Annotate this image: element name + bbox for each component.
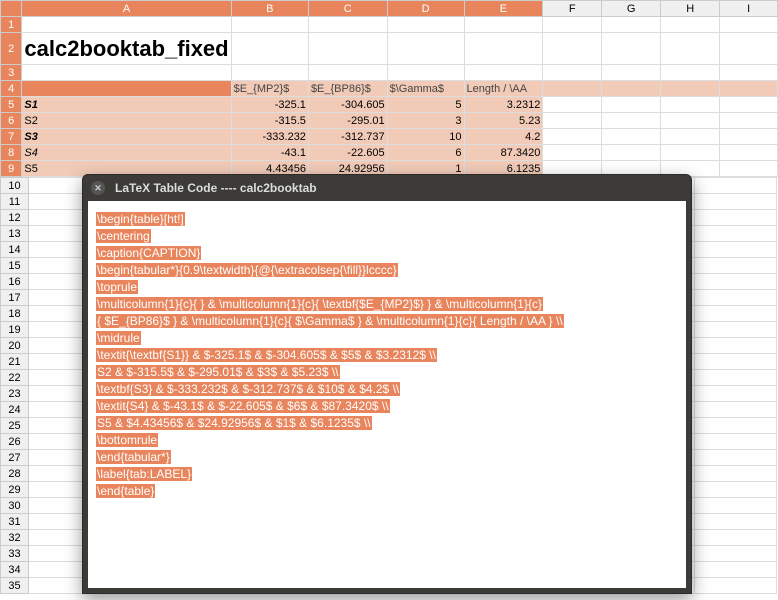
row-header[interactable]: 17 — [1, 290, 29, 306]
corner-cell[interactable] — [1, 1, 22, 17]
row-header[interactable]: 13 — [1, 226, 29, 242]
row-header[interactable]: 22 — [1, 370, 29, 386]
col-header[interactable]: A — [22, 1, 231, 17]
data-cell[interactable]: -304.605 — [308, 97, 387, 113]
row-header[interactable]: 10 — [1, 178, 29, 194]
row-header[interactable]: 18 — [1, 306, 29, 322]
latex-line: \end{table} — [96, 484, 155, 498]
row-header[interactable]: 28 — [1, 466, 29, 482]
latex-code-text[interactable]: \begin{table}[ht!] \centering \caption{CAP… — [96, 211, 678, 500]
latex-line: \label{tab:LABEL} — [96, 467, 192, 481]
latex-line: \begin{table}[ht!] — [96, 212, 185, 226]
col-header[interactable]: H — [661, 1, 720, 17]
close-icon[interactable]: ✕ — [91, 181, 105, 195]
data-cell[interactable]: -22.605 — [308, 145, 387, 161]
sheet-title: calc2booktab_fixed — [24, 36, 228, 61]
col-header[interactable]: G — [602, 1, 661, 17]
latex-line: \midrule — [96, 331, 141, 345]
row-header[interactable]: 26 — [1, 434, 29, 450]
latex-line: \textit{\textbf{S1}} & $-325.1$ & $-304.… — [96, 348, 437, 362]
data-cell[interactable]: S2 — [22, 113, 231, 129]
row-header[interactable]: 20 — [1, 338, 29, 354]
row-header[interactable]: 34 — [1, 562, 29, 578]
cell[interactable] — [22, 17, 231, 33]
data-cell[interactable]: -325.1 — [231, 97, 308, 113]
row-header[interactable]: 6 — [1, 113, 22, 129]
row-header[interactable]: 35 — [1, 578, 29, 594]
row-header[interactable]: 16 — [1, 274, 29, 290]
row-header[interactable]: 21 — [1, 354, 29, 370]
data-cell[interactable]: S3 — [22, 129, 231, 145]
row-header[interactable]: 1 — [1, 17, 22, 33]
row-header[interactable]: 19 — [1, 322, 29, 338]
latex-line: S5 & $4.43456$ & $24.92956$ & $1$ & $6.1… — [96, 416, 372, 430]
data-cell[interactable]: 4.2 — [464, 129, 543, 145]
latex-line: \multicolumn{1}{c}{ } & \multicolumn{1}{… — [96, 297, 543, 311]
latex-line: \toprule — [96, 280, 138, 294]
data-cell[interactable]: 10 — [387, 129, 464, 145]
row-header[interactable]: 24 — [1, 402, 29, 418]
data-cell[interactable]: -312.737 — [308, 129, 387, 145]
data-cell[interactable]: 5 — [387, 97, 464, 113]
row-header[interactable]: 15 — [1, 258, 29, 274]
row-header[interactable]: 3 — [1, 65, 22, 81]
latex-line: \end{tabular*} — [96, 450, 171, 464]
row-header[interactable]: 7 — [1, 129, 22, 145]
row-header[interactable]: 33 — [1, 546, 29, 562]
data-cell[interactable]: 3.2312 — [464, 97, 543, 113]
col-header[interactable]: I — [720, 1, 778, 17]
row-header[interactable]: 2 — [1, 33, 22, 65]
latex-line: \centering — [96, 229, 151, 243]
latex-line: \textit{S4} & $-43.1$ & $-22.605$ & $6$ … — [96, 399, 390, 413]
table-header-cell[interactable]: $E_{BP86}$ — [308, 81, 387, 97]
row-header[interactable]: 29 — [1, 482, 29, 498]
table-header-cell[interactable]: $\Gamma$ — [387, 81, 464, 97]
latex-code-dialog[interactable]: ✕ LaTeX Table Code ---- calc2booktab \be… — [82, 174, 692, 594]
table-header-cell[interactable]: $E_{MP2}$ — [231, 81, 308, 97]
dialog-titlebar[interactable]: ✕ LaTeX Table Code ---- calc2booktab — [83, 175, 691, 201]
title-cell[interactable]: calc2booktab_fixed — [22, 33, 231, 65]
row-header[interactable]: 31 — [1, 514, 29, 530]
row-header[interactable]: 23 — [1, 386, 29, 402]
column-header-row: A B C D E F G H I — [1, 1, 778, 17]
latex-line: \bottomrule — [96, 433, 158, 447]
row-header[interactable]: 25 — [1, 418, 29, 434]
latex-line: S2 & $-315.5$ & $-295.01$ & $3$ & $5.23$… — [96, 365, 340, 379]
row-header[interactable]: 4 — [1, 81, 22, 97]
data-cell[interactable]: 5.23 — [464, 113, 543, 129]
row-header[interactable]: 12 — [1, 210, 29, 226]
data-cell[interactable]: -315.5 — [231, 113, 308, 129]
dialog-title: LaTeX Table Code ---- calc2booktab — [115, 181, 317, 195]
data-cell[interactable]: -43.1 — [231, 145, 308, 161]
row-header[interactable]: 5 — [1, 97, 22, 113]
col-header[interactable]: B — [231, 1, 308, 17]
col-header[interactable]: D — [387, 1, 464, 17]
data-cell[interactable]: S4 — [22, 145, 231, 161]
col-header[interactable]: E — [464, 1, 543, 17]
dialog-body[interactable]: \begin{table}[ht!] \centering \caption{CAP… — [88, 201, 686, 588]
latex-line: { $E_{BP86}$ } & \multicolumn{1}{c}{ $\G… — [96, 314, 564, 328]
table-header-cell[interactable]: Length / \AA — [464, 81, 543, 97]
data-cell[interactable]: 6 — [387, 145, 464, 161]
row-header[interactable]: 27 — [1, 450, 29, 466]
row-header[interactable]: 8 — [1, 145, 22, 161]
col-header[interactable]: F — [543, 1, 602, 17]
row-header[interactable]: 9 — [1, 161, 22, 177]
row-header[interactable]: 11 — [1, 194, 29, 210]
latex-line: \begin{tabular*}{0.9\textwidth}{@{\extra… — [96, 263, 398, 277]
row-header[interactable]: 30 — [1, 498, 29, 514]
row-header[interactable]: 32 — [1, 530, 29, 546]
data-cell[interactable]: S1 — [22, 97, 231, 113]
active-cell[interactable] — [22, 81, 231, 97]
data-cell[interactable]: 87.3420 — [464, 145, 543, 161]
data-cell[interactable]: -333.232 — [231, 129, 308, 145]
col-header[interactable]: C — [308, 1, 387, 17]
row-header[interactable]: 14 — [1, 242, 29, 258]
data-cell[interactable]: -295.01 — [308, 113, 387, 129]
latex-line: \textbf{S3} & $-333.232$ & $-312.737$ & … — [96, 382, 400, 396]
latex-line: \caption{CAPTION} — [96, 246, 201, 260]
data-cell[interactable]: 3 — [387, 113, 464, 129]
